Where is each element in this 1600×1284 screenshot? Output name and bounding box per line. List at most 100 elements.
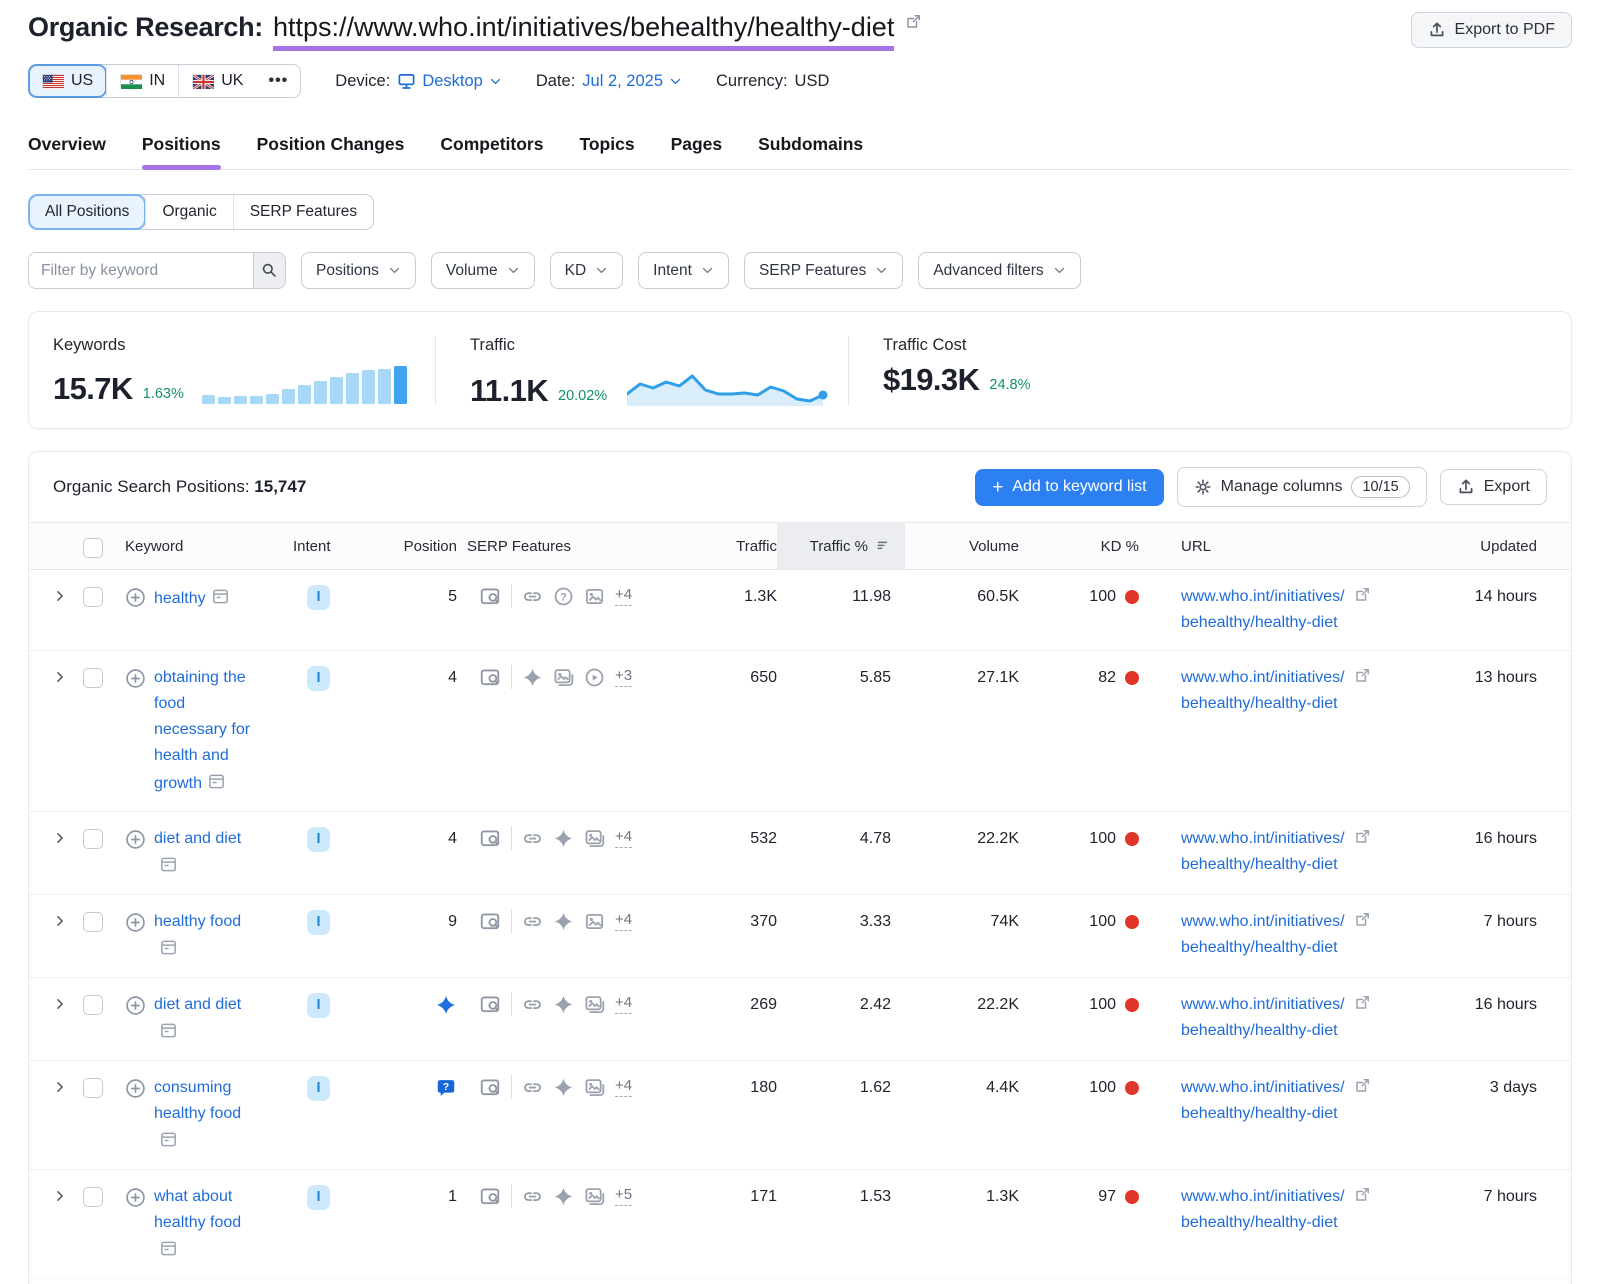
- serp-snapshot-icon[interactable]: [159, 855, 178, 874]
- column-header-traffic[interactable]: Traffic: [677, 523, 777, 569]
- analyzed-url-link[interactable]: https://www.who.int/initiatives/behealth…: [273, 12, 894, 51]
- add-keyword-plus-circle-icon[interactable]: [125, 1078, 146, 1155]
- expand-row-chevron-icon[interactable]: [53, 997, 67, 1011]
- tab-subdomains[interactable]: Subdomains: [758, 126, 863, 169]
- serp-preview-icon[interactable]: [479, 910, 501, 932]
- column-header-url[interactable]: URL: [1139, 523, 1375, 569]
- segment-organic[interactable]: Organic: [145, 195, 232, 229]
- filter-dropdown-kd[interactable]: KD: [550, 252, 624, 289]
- keyword-filter-input[interactable]: [29, 253, 253, 288]
- add-keyword-plus-circle-icon[interactable]: [125, 829, 146, 880]
- column-header-kd[interactable]: KD %: [1019, 523, 1139, 569]
- serp-snapshot-icon[interactable]: [159, 1021, 178, 1040]
- url-link[interactable]: behealthy/healthy-diet: [1181, 856, 1338, 873]
- column-header-keyword[interactable]: Keyword: [125, 523, 293, 569]
- filter-dropdown-serp-features[interactable]: SERP Features: [744, 252, 903, 289]
- more-countries-button[interactable]: •••: [256, 65, 300, 97]
- url-link[interactable]: behealthy/healthy-diet: [1181, 1022, 1338, 1039]
- serp-preview-icon[interactable]: [479, 993, 501, 1015]
- row-checkbox[interactable]: [83, 668, 103, 688]
- url-link[interactable]: www.who.int/initiatives/: [1181, 1188, 1345, 1205]
- url-link[interactable]: behealthy/healthy-diet: [1181, 1105, 1338, 1122]
- keyword-link[interactable]: consuming healthy food: [154, 1079, 241, 1122]
- row-checkbox[interactable]: [83, 829, 103, 849]
- select-all-checkbox[interactable]: [83, 538, 103, 558]
- url-link[interactable]: www.who.int/initiatives/: [1181, 669, 1345, 686]
- row-checkbox[interactable]: [83, 912, 103, 932]
- keyword-link[interactable]: obtaining the food necessary for health …: [154, 669, 250, 792]
- tab-overview[interactable]: Overview: [28, 126, 106, 169]
- keyword-link[interactable]: what about healthy food: [154, 1188, 241, 1231]
- country-tab-us[interactable]: US: [29, 65, 106, 97]
- row-checkbox[interactable]: [83, 587, 103, 607]
- column-header-position[interactable]: Position: [349, 523, 467, 569]
- filter-dropdown-volume[interactable]: Volume: [431, 252, 535, 289]
- search-button[interactable]: [253, 253, 285, 288]
- more-features-link[interactable]: +4: [615, 828, 632, 848]
- serp-preview-icon[interactable]: [479, 1185, 501, 1207]
- column-header-volume[interactable]: Volume: [905, 523, 1019, 569]
- expand-row-chevron-icon[interactable]: [53, 589, 67, 603]
- url-link[interactable]: behealthy/healthy-diet: [1181, 695, 1338, 712]
- external-link-icon[interactable]: [1354, 1077, 1371, 1094]
- row-checkbox[interactable]: [83, 995, 103, 1015]
- more-features-link[interactable]: +4: [615, 586, 632, 606]
- device-selector[interactable]: Device: Desktop: [335, 72, 502, 91]
- segment-serp-features[interactable]: SERP Features: [233, 195, 373, 229]
- add-keyword-plus-circle-icon[interactable]: [125, 668, 146, 797]
- url-link[interactable]: www.who.int/initiatives/: [1181, 913, 1345, 930]
- external-link-icon[interactable]: [1354, 667, 1371, 684]
- serp-preview-icon[interactable]: [479, 1076, 501, 1098]
- url-link[interactable]: behealthy/healthy-diet: [1181, 1214, 1338, 1231]
- manage-columns-button[interactable]: Manage columns 10/15: [1177, 467, 1427, 507]
- column-header-intent[interactable]: Intent: [293, 523, 349, 569]
- row-checkbox[interactable]: [83, 1078, 103, 1098]
- filter-dropdown-positions[interactable]: Positions: [301, 252, 416, 289]
- more-features-link[interactable]: +4: [615, 1077, 632, 1097]
- external-link-icon[interactable]: [1354, 994, 1371, 1011]
- country-tab-in[interactable]: IN: [106, 65, 178, 97]
- url-link[interactable]: www.who.int/initiatives/: [1181, 830, 1345, 847]
- date-selector[interactable]: Date: Jul 2, 2025: [536, 72, 682, 91]
- add-keyword-plus-circle-icon[interactable]: [125, 1187, 146, 1264]
- external-link-icon[interactable]: [1354, 586, 1371, 603]
- filter-dropdown-advanced-filters[interactable]: Advanced filters: [918, 252, 1080, 289]
- external-link-icon[interactable]: [1354, 1186, 1371, 1203]
- expand-row-chevron-icon[interactable]: [53, 831, 67, 845]
- more-features-link[interactable]: +3: [615, 667, 632, 687]
- expand-row-chevron-icon[interactable]: [53, 914, 67, 928]
- tab-position-changes[interactable]: Position Changes: [257, 126, 405, 169]
- expand-row-chevron-icon[interactable]: [53, 1080, 67, 1094]
- url-link[interactable]: www.who.int/initiatives/: [1181, 1079, 1345, 1096]
- add-keyword-plus-circle-icon[interactable]: [125, 995, 146, 1046]
- url-link[interactable]: behealthy/healthy-diet: [1181, 939, 1338, 956]
- url-link[interactable]: behealthy/healthy-diet: [1181, 614, 1338, 631]
- keyword-link[interactable]: diet and diet: [154, 996, 241, 1013]
- add-to-keyword-list-button[interactable]: + Add to keyword list: [975, 469, 1163, 506]
- expand-row-chevron-icon[interactable]: [53, 1189, 67, 1203]
- column-header-updated[interactable]: Updated: [1375, 523, 1547, 569]
- serp-snapshot-icon[interactable]: [211, 587, 230, 606]
- serp-preview-icon[interactable]: [479, 666, 501, 688]
- serp-snapshot-icon[interactable]: [159, 1130, 178, 1149]
- more-features-link[interactable]: +4: [615, 994, 632, 1014]
- keyword-link[interactable]: healthy food: [154, 913, 241, 930]
- segment-all-positions[interactable]: All Positions: [29, 195, 145, 229]
- serp-preview-icon[interactable]: [479, 585, 501, 607]
- filter-dropdown-intent[interactable]: Intent: [638, 252, 729, 289]
- column-header-serp-features[interactable]: SERP Features: [467, 523, 677, 569]
- export-to-pdf-button[interactable]: Export to PDF: [1411, 12, 1572, 48]
- serp-snapshot-icon[interactable]: [207, 772, 226, 791]
- serp-preview-icon[interactable]: [479, 827, 501, 849]
- expand-row-chevron-icon[interactable]: [53, 670, 67, 684]
- tab-topics[interactable]: Topics: [579, 126, 634, 169]
- url-link[interactable]: www.who.int/initiatives/: [1181, 996, 1345, 1013]
- url-link[interactable]: www.who.int/initiatives/: [1181, 588, 1345, 605]
- more-features-link[interactable]: +4: [615, 911, 632, 931]
- keyword-link[interactable]: diet and diet: [154, 830, 241, 847]
- add-keyword-plus-circle-icon[interactable]: [125, 912, 146, 963]
- row-checkbox[interactable]: [83, 1187, 103, 1207]
- add-keyword-plus-circle-icon[interactable]: [125, 587, 146, 612]
- external-link-icon[interactable]: [1354, 828, 1371, 845]
- tab-competitors[interactable]: Competitors: [440, 126, 543, 169]
